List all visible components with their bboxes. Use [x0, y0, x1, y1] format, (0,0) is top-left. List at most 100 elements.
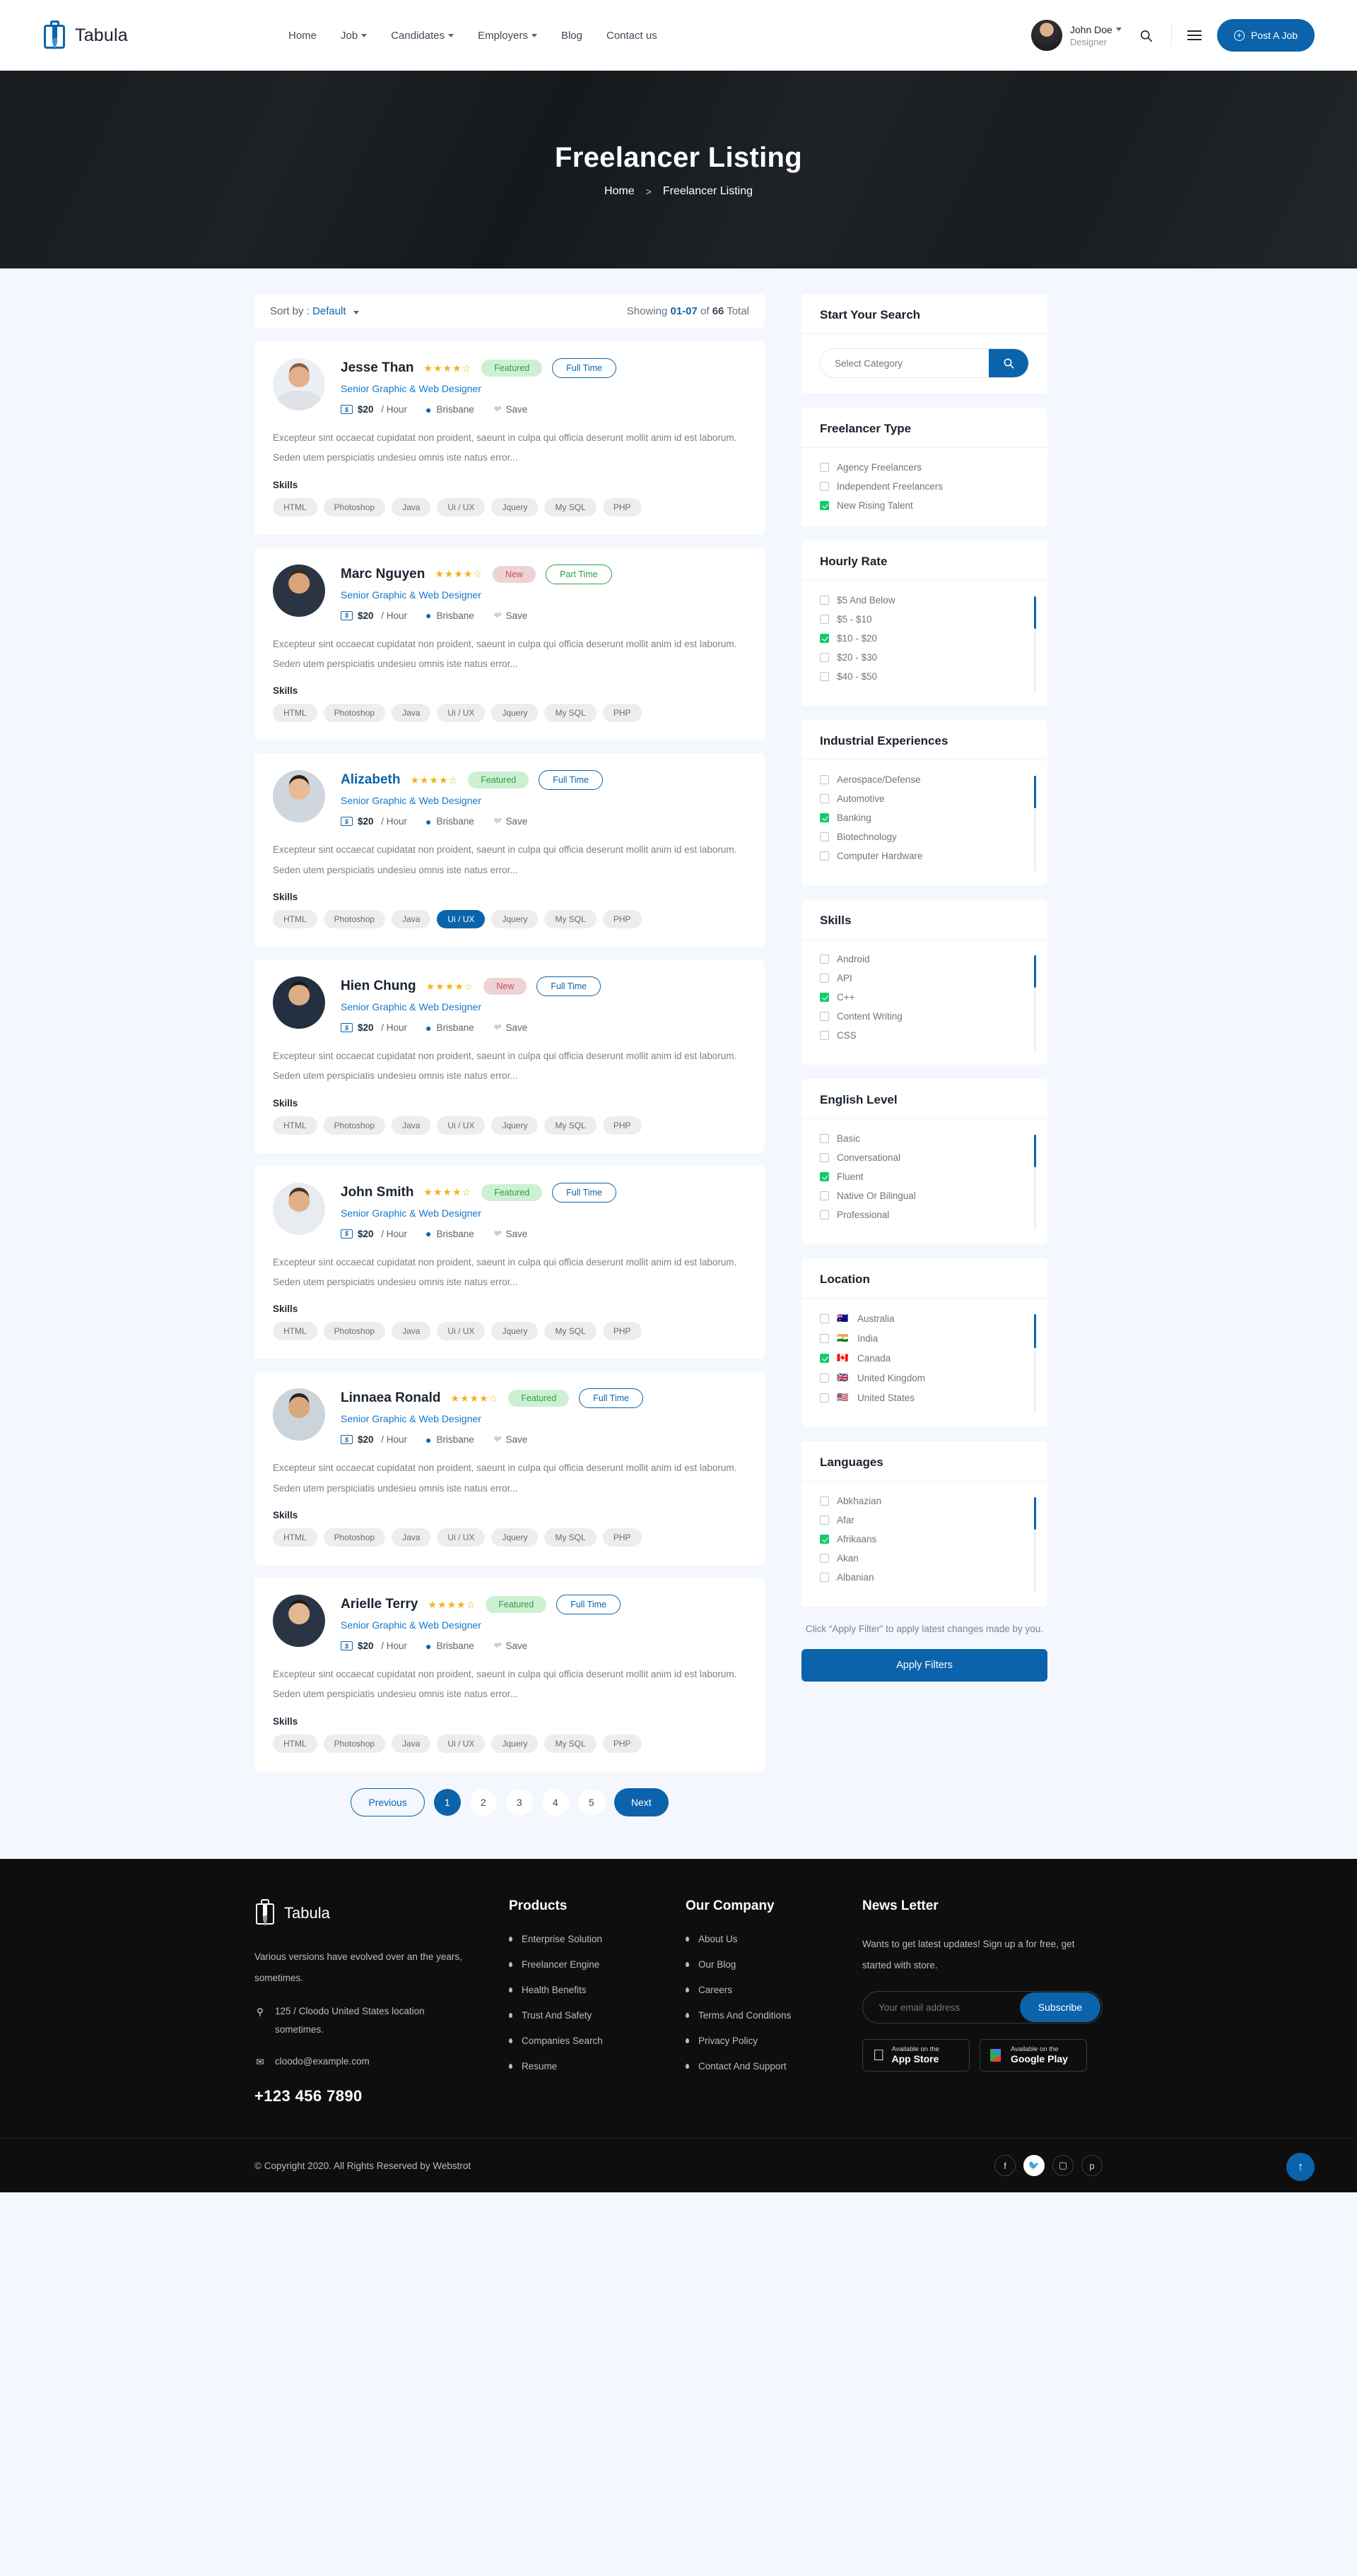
- newsletter-email-input[interactable]: [864, 2002, 1020, 2013]
- skill-tag[interactable]: HTML: [273, 1116, 317, 1135]
- instagram-icon[interactable]: ▢: [1052, 2155, 1074, 2177]
- filter-option[interactable]: Professional: [820, 1210, 1029, 1220]
- filter-option[interactable]: Native Or Bilingual: [820, 1190, 1029, 1201]
- filter-option[interactable]: Basic: [820, 1133, 1029, 1144]
- filter-option[interactable]: Conversational: [820, 1152, 1029, 1163]
- skill-tag[interactable]: Jquery: [491, 497, 539, 516]
- filter-option[interactable]: Biotechnology: [820, 832, 1029, 842]
- skill-tag[interactable]: PHP: [602, 1734, 642, 1753]
- brand-logo[interactable]: Tabula: [42, 19, 254, 52]
- checkbox[interactable]: [820, 615, 829, 624]
- footer-product-link[interactable]: Enterprise Solution: [509, 1934, 643, 1944]
- filter-option[interactable]: CSS: [820, 1030, 1029, 1041]
- skill-tag[interactable]: HTML: [273, 704, 317, 723]
- footer-product-link[interactable]: Resume: [509, 2061, 643, 2072]
- footer-product-link[interactable]: Trust And Safety: [509, 2010, 643, 2021]
- scrollbar-thumb[interactable]: [1034, 1314, 1036, 1348]
- skill-tag[interactable]: My SQL: [544, 1322, 597, 1341]
- checkbox[interactable]: [820, 851, 829, 861]
- skill-tag[interactable]: Photoshop: [323, 1116, 386, 1135]
- skill-tag[interactable]: Java: [392, 910, 431, 929]
- hamburger-icon[interactable]: [1187, 30, 1202, 40]
- skill-tag[interactable]: PHP: [602, 497, 642, 516]
- filter-option[interactable]: Fluent: [820, 1171, 1029, 1182]
- save-button[interactable]: ❤ Save: [493, 1640, 528, 1652]
- sort-control[interactable]: Sort by : Default: [270, 305, 359, 317]
- checkbox[interactable]: [820, 463, 829, 472]
- checkbox[interactable]: [820, 1333, 829, 1343]
- filter-option[interactable]: 🇮🇳 India: [820, 1333, 1029, 1344]
- checkbox[interactable]: [820, 993, 829, 1002]
- skill-tag[interactable]: Jquery: [491, 1322, 539, 1341]
- skill-tag[interactable]: My SQL: [544, 1116, 597, 1135]
- skill-tag[interactable]: My SQL: [544, 910, 597, 929]
- filter-option[interactable]: Automotive: [820, 793, 1029, 804]
- filter-option[interactable]: Content Writing: [820, 1011, 1029, 1022]
- skill-tag[interactable]: Ui / UX: [437, 704, 486, 723]
- skill-tag[interactable]: Java: [392, 1116, 431, 1135]
- nav-item-blog[interactable]: Blog: [561, 30, 582, 42]
- freelancer-name[interactable]: Linnaea Ronald: [341, 1390, 440, 1406]
- skill-tag[interactable]: Photoshop: [323, 497, 386, 516]
- skill-tag[interactable]: Java: [392, 1322, 431, 1341]
- apply-filters-button[interactable]: Apply Filters: [801, 1648, 1047, 1682]
- freelancer-card[interactable]: Hien Chung ★★★★☆ New Full Time Senior Gr…: [254, 959, 765, 1153]
- pagination-previous[interactable]: Previous: [351, 1788, 425, 1816]
- save-button[interactable]: ❤ Save: [493, 1228, 528, 1240]
- filter-option[interactable]: Akan: [820, 1553, 1029, 1564]
- footer-product-link[interactable]: Freelancer Engine: [509, 1959, 643, 1970]
- pagination-page-5[interactable]: 5: [577, 1788, 605, 1816]
- filter-option[interactable]: Abkhazian: [820, 1496, 1029, 1506]
- freelancer-name[interactable]: Arielle Terry: [341, 1597, 418, 1612]
- scrollbar-thumb[interactable]: [1034, 776, 1036, 808]
- twitter-icon[interactable]: 🐦: [1023, 2155, 1045, 2177]
- skill-tag[interactable]: Ui / UX: [437, 1116, 486, 1135]
- skill-tag[interactable]: PHP: [602, 910, 642, 929]
- search-input[interactable]: [821, 349, 989, 377]
- scrollbar-track[interactable]: [1034, 955, 1036, 1051]
- checkbox[interactable]: [820, 1191, 829, 1200]
- google-play-button[interactable]: Available on the Google Play: [980, 2039, 1087, 2072]
- pagination-page-2[interactable]: 2: [469, 1788, 497, 1816]
- checkbox[interactable]: [820, 1313, 829, 1323]
- checkbox[interactable]: [820, 1353, 829, 1363]
- scrollbar-track[interactable]: [1034, 1497, 1036, 1593]
- pagination-page-3[interactable]: 3: [505, 1788, 533, 1816]
- save-button[interactable]: ❤ Save: [493, 1434, 528, 1446]
- skill-tag[interactable]: My SQL: [544, 704, 597, 723]
- skill-tag[interactable]: Photoshop: [323, 704, 386, 723]
- filter-option[interactable]: $40 - $50: [820, 671, 1029, 682]
- skill-tag[interactable]: PHP: [602, 704, 642, 723]
- skill-tag[interactable]: Photoshop: [323, 1734, 386, 1753]
- search-icon[interactable]: [1137, 26, 1156, 45]
- scrollbar-track[interactable]: [1034, 1135, 1036, 1230]
- scroll-to-top-button[interactable]: ↑: [1286, 2153, 1315, 2182]
- facebook-icon[interactable]: f: [994, 2155, 1016, 2177]
- filter-option[interactable]: API: [820, 973, 1029, 983]
- skill-tag[interactable]: Photoshop: [323, 1528, 386, 1547]
- filter-option[interactable]: Agency Freelancers: [820, 462, 1029, 473]
- checkbox[interactable]: [820, 1153, 829, 1162]
- filter-option[interactable]: Afrikaans: [820, 1534, 1029, 1544]
- skill-tag[interactable]: Jquery: [491, 1734, 539, 1753]
- footer-company-link[interactable]: Terms And Conditions: [686, 2010, 820, 2021]
- scrollbar-track[interactable]: [1034, 1314, 1036, 1413]
- filter-option[interactable]: C++: [820, 992, 1029, 1003]
- skill-tag[interactable]: HTML: [273, 1322, 317, 1341]
- filter-option[interactable]: Albanian: [820, 1572, 1029, 1583]
- pagination-page-1[interactable]: 1: [433, 1788, 461, 1816]
- checkbox[interactable]: [820, 794, 829, 803]
- filter-option[interactable]: Android: [820, 954, 1029, 964]
- user-menu[interactable]: John Doe Designer: [1030, 20, 1122, 51]
- skill-tag[interactable]: HTML: [273, 497, 317, 516]
- pagination-next[interactable]: Next: [613, 1788, 669, 1816]
- filter-option[interactable]: 🇺🇸 United States: [820, 1392, 1029, 1403]
- scrollbar-thumb[interactable]: [1034, 955, 1036, 988]
- filter-option[interactable]: $10 - $20: [820, 633, 1029, 644]
- checkbox[interactable]: [820, 1012, 829, 1021]
- footer-company-link[interactable]: Our Blog: [686, 1959, 820, 1970]
- checkbox[interactable]: [820, 1554, 829, 1563]
- filter-option[interactable]: Computer Hardware: [820, 851, 1029, 861]
- checkbox[interactable]: [820, 832, 829, 841]
- freelancer-card[interactable]: Arielle Terry ★★★★☆ Featured Full Time S…: [254, 1578, 765, 1771]
